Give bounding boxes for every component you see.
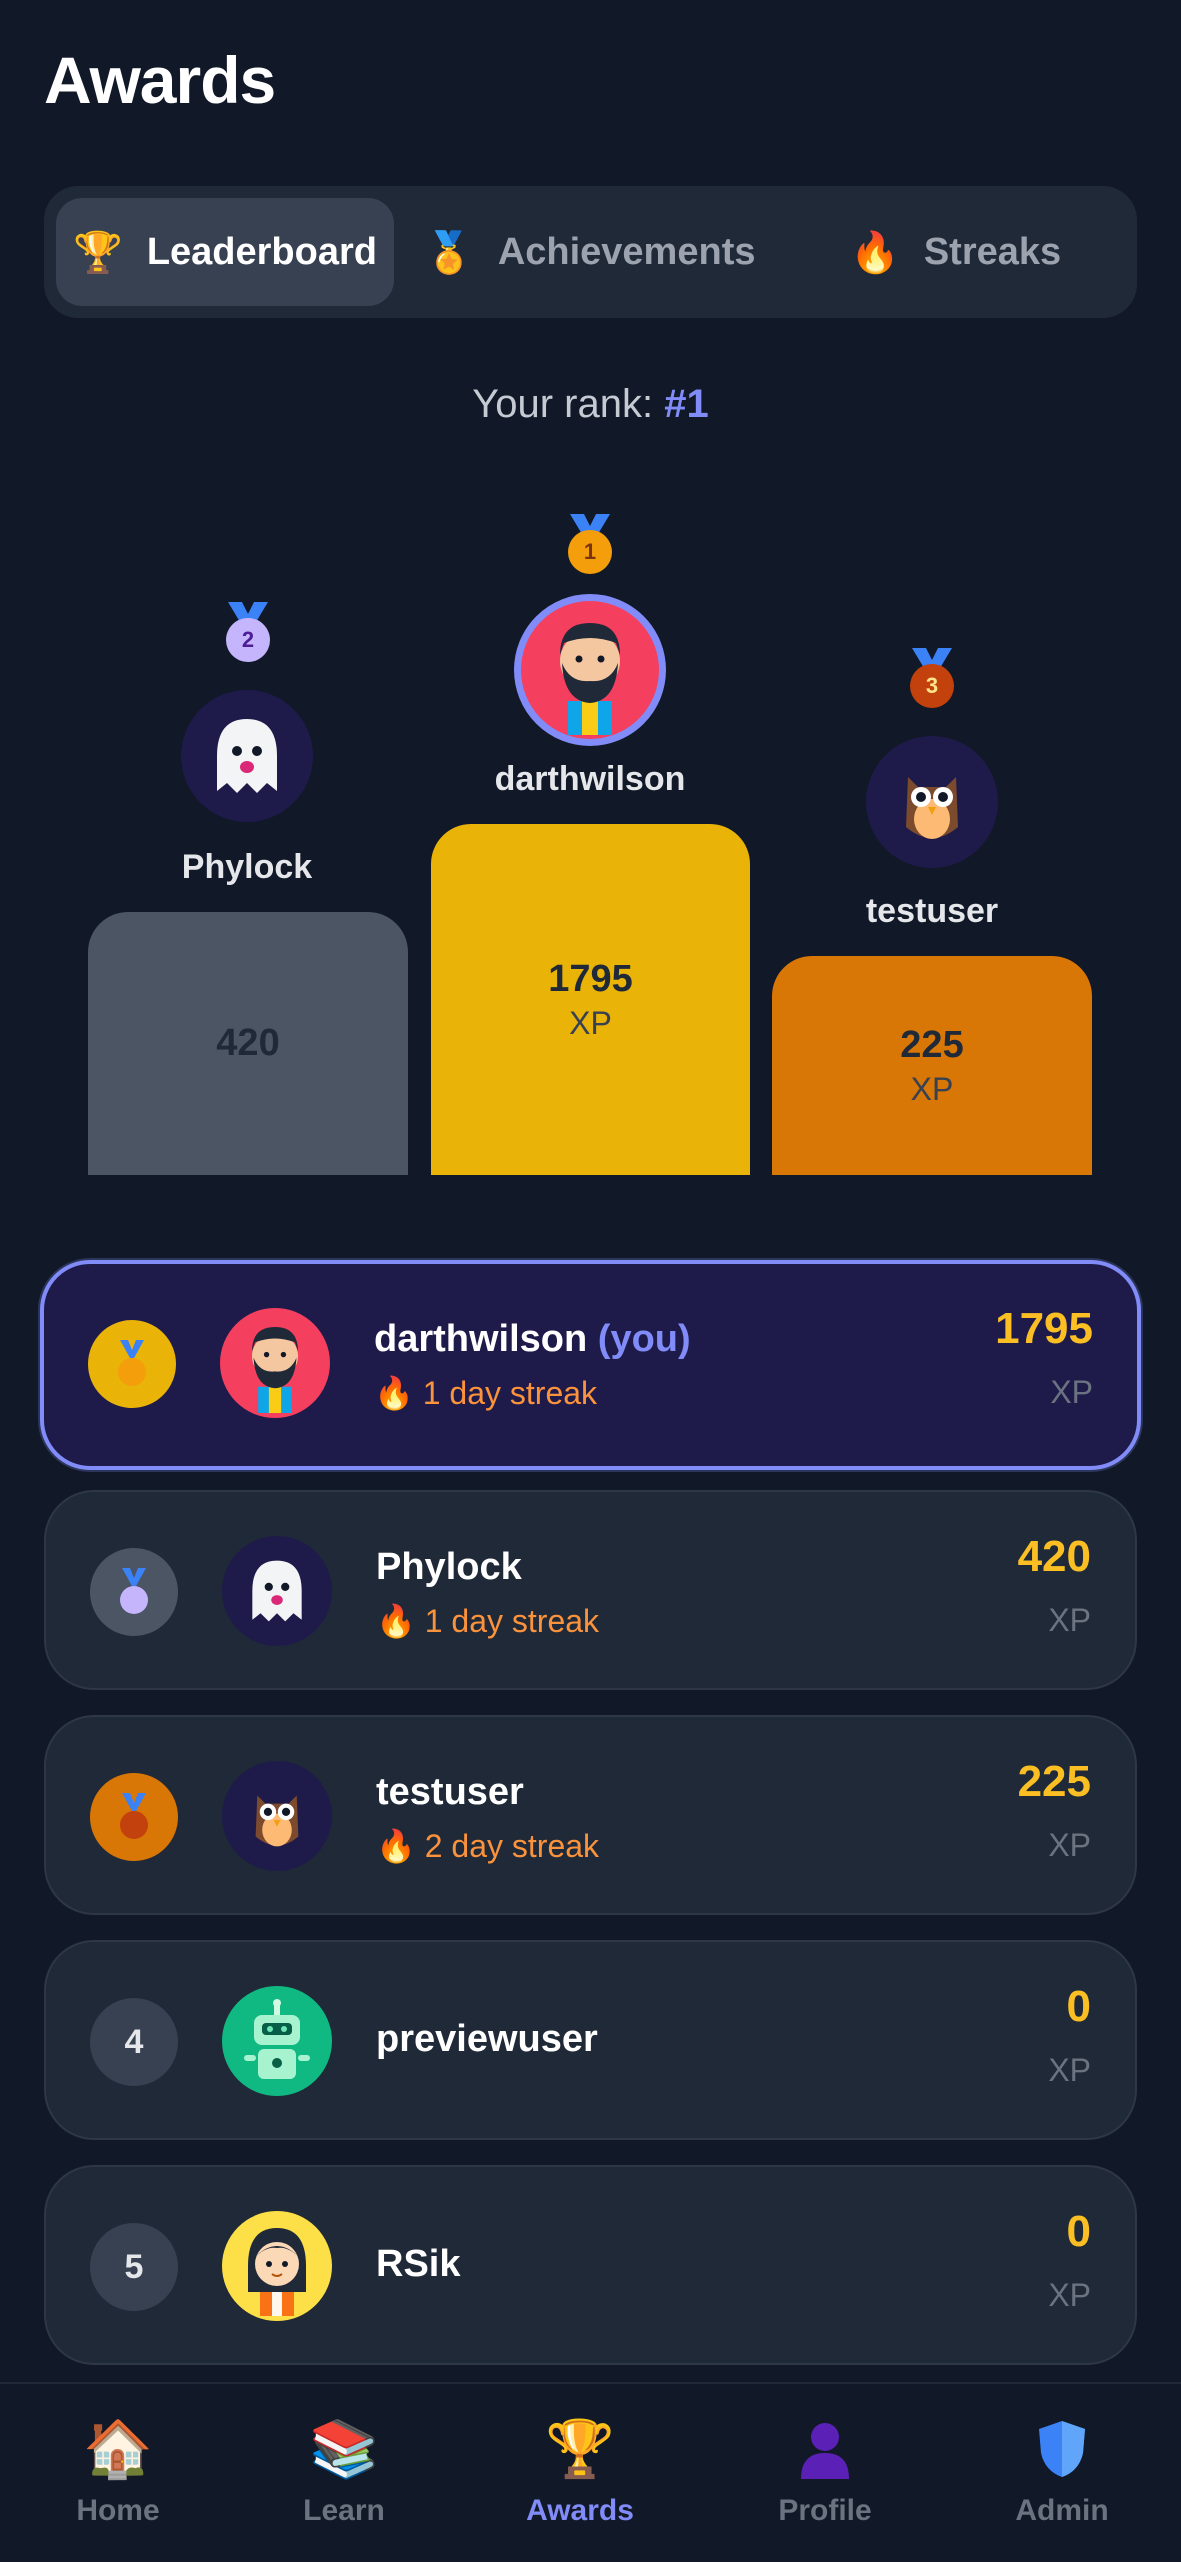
rank-badge-gold-medal-icon — [88, 1320, 176, 1408]
rank-badge-silver-medal-icon — [90, 1548, 178, 1636]
nav-learn-label: Learn — [303, 2494, 385, 2527]
tab-achievements[interactable]: 🏅 Achievements — [424, 198, 804, 306]
podium-third-unit: XP — [910, 1070, 954, 1107]
nav-admin[interactable]: Admin — [944, 2384, 1180, 2562]
podium-first-unit: XP — [569, 1004, 612, 1041]
row-xp: 225 — [1017, 1757, 1091, 1806]
row-streak: 🔥 2 day streak — [376, 1828, 600, 1864]
row-name: testuser — [376, 1771, 524, 1813]
your-rank: Your rank: #1 — [0, 382, 1181, 427]
shield-icon — [1029, 2416, 1095, 2482]
nav-profile-label: Profile — [778, 2494, 872, 2527]
person-icon — [792, 2416, 858, 2482]
row-name: RSik — [376, 2243, 461, 2285]
row-xp-unit: XP — [1050, 1374, 1093, 1410]
awards-tab-bar: 🏆 Leaderboard 🏅 Achievements 🔥 Streaks — [44, 186, 1137, 318]
fire-icon: 🔥 — [376, 1603, 416, 1639]
row-xp-unit: XP — [1048, 1827, 1091, 1863]
first-place-medal-icon: 1 — [560, 514, 620, 574]
podium-second-xp: 420 — [216, 1022, 280, 1064]
fire-icon: 🔥 — [850, 230, 900, 275]
medal-icon: 🏅 — [424, 230, 474, 275]
nav-learn[interactable]: 📚 Learn — [226, 2384, 462, 2562]
podium-third-bar: 225 XP — [772, 956, 1092, 1175]
row-xp: 420 — [1017, 1532, 1091, 1581]
row-name: Phylock — [376, 1546, 522, 1588]
fire-icon: 🔥 — [376, 1828, 416, 1864]
owl-avatar[interactable] — [866, 736, 998, 868]
podium-third-name: testuser — [865, 892, 999, 930]
trophy-icon: 🏆 — [545, 2417, 615, 2480]
nav-home-label: Home — [76, 2494, 160, 2527]
rank-badge-bronze-medal-icon — [90, 1773, 178, 1861]
tab-leaderboard[interactable]: 🏆 Leaderboard — [56, 198, 394, 306]
podium-first-name: darthwilson — [494, 760, 686, 798]
leaderboard-row[interactable]: 4 previewuser 0 XP — [44, 1940, 1137, 2140]
bearded-man-avatar — [220, 1308, 330, 1418]
girl-avatar — [222, 2211, 332, 2321]
owl-avatar — [222, 1761, 332, 1871]
nav-admin-label: Admin — [1015, 2494, 1109, 2527]
bottom-nav: 🏠 Home 📚 Learn 🏆 Awards Profile Admin — [0, 2382, 1181, 2562]
row-xp-unit: XP — [1048, 2277, 1091, 2313]
third-place-medal-icon: 3 — [902, 648, 962, 708]
row-xp-unit: XP — [1048, 1602, 1091, 1638]
robot-avatar — [222, 1986, 332, 2096]
leaderboard-row[interactable]: testuser 🔥 2 day streak 225 XP — [44, 1715, 1137, 1915]
row-xp: 0 — [1066, 1982, 1091, 2031]
tab-achievements-label: Achievements — [497, 230, 756, 273]
nav-awards[interactable]: 🏆 Awards — [462, 2384, 698, 2562]
rank-number: 4 — [90, 1998, 178, 2086]
you-label: (you) — [597, 1318, 691, 1360]
row-name: darthwilson (you) — [374, 1318, 691, 1360]
nav-profile[interactable]: Profile — [707, 2384, 943, 2562]
second-place-medal-icon: 2 — [218, 602, 278, 662]
leaderboard-row[interactable]: 5 RSik 0 XP — [44, 2165, 1137, 2365]
rank-number: 5 — [90, 2223, 178, 2311]
row-xp-unit: XP — [1048, 2052, 1091, 2088]
leaderboard-row-you[interactable]: darthwilson (you) 🔥 1 day streak 1795 XP — [40, 1260, 1141, 1470]
nav-awards-label: Awards — [526, 2494, 634, 2527]
podium-first-bar: 1795 XP — [431, 824, 750, 1175]
tab-leaderboard-label: Leaderboard — [146, 230, 377, 273]
row-xp: 1795 — [995, 1304, 1093, 1353]
podium-second-bar: 420 — [88, 912, 408, 1175]
rank-prefix: Your rank: — [472, 382, 665, 426]
books-icon: 📚 — [309, 2417, 379, 2480]
house-icon: 🏠 — [83, 2417, 153, 2480]
leaderboard-row[interactable]: Phylock 🔥 1 day streak 420 XP — [44, 1490, 1137, 1690]
trophy-icon: 🏆 — [73, 230, 123, 275]
page-title: Awards — [44, 43, 276, 117]
ghost-avatar — [222, 1536, 332, 1646]
row-xp: 0 — [1066, 2207, 1091, 2256]
podium-second-name: Phylock — [181, 848, 313, 886]
ghost-avatar[interactable] — [181, 690, 313, 822]
row-name: previewuser — [376, 2018, 598, 2060]
podium-third-xp: 225 — [900, 1023, 964, 1066]
nav-home[interactable]: 🏠 Home — [0, 2384, 236, 2562]
row-streak: 🔥 1 day streak — [376, 1603, 600, 1639]
tab-streaks[interactable]: 🔥 Streaks — [850, 198, 1110, 306]
tab-streaks-label: Streaks — [923, 230, 1062, 273]
bearded-man-avatar[interactable] — [514, 594, 666, 746]
fire-icon: 🔥 — [374, 1375, 414, 1411]
podium-first-xp: 1795 — [548, 957, 633, 1000]
row-streak: 🔥 1 day streak — [374, 1375, 598, 1411]
rank-value: #1 — [664, 382, 709, 426]
